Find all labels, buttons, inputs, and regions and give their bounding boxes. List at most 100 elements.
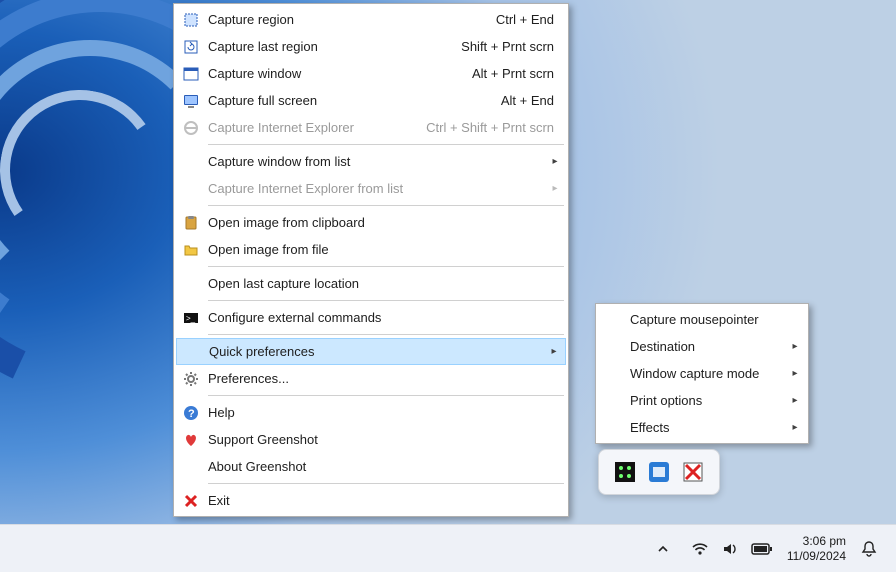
menu-separator bbox=[208, 334, 564, 335]
help-icon: ? bbox=[178, 403, 204, 423]
submenu-arrow-icon: ▸ bbox=[547, 346, 561, 357]
menu-separator bbox=[208, 483, 564, 484]
menu-open-file[interactable]: Open image from file bbox=[176, 236, 566, 263]
menu-capture-window-from-list[interactable]: Capture window from list ▸ bbox=[176, 148, 566, 175]
submenu-arrow-icon: ▸ bbox=[788, 341, 802, 352]
tray-icon-app3[interactable] bbox=[683, 462, 703, 482]
menu-label: Preferences... bbox=[204, 371, 562, 386]
blank-icon bbox=[178, 179, 204, 199]
battery-icon[interactable] bbox=[751, 542, 773, 556]
folder-icon bbox=[178, 240, 204, 260]
menu-label: Capture region bbox=[204, 12, 496, 27]
menu-preferences[interactable]: Preferences... bbox=[176, 365, 566, 392]
menu-label: About Greenshot bbox=[204, 459, 562, 474]
menu-separator bbox=[208, 395, 564, 396]
menu-support[interactable]: Support Greenshot bbox=[176, 426, 566, 453]
svg-text:>_: >_ bbox=[186, 314, 196, 323]
blank-icon bbox=[600, 391, 626, 411]
quick-preferences-submenu: Capture mousepointer Destination ▸ Windo… bbox=[595, 303, 809, 444]
menu-label: Open image from clipboard bbox=[204, 215, 562, 230]
menu-shortcut: Ctrl + Shift + Prnt scrn bbox=[426, 120, 562, 135]
blank-icon bbox=[600, 418, 626, 438]
menu-configure-external[interactable]: >_ Configure external commands bbox=[176, 304, 566, 331]
menu-capture-ie-from-list: Capture Internet Explorer from list ▸ bbox=[176, 175, 566, 202]
blank-icon bbox=[178, 152, 204, 172]
menu-capture-window[interactable]: Capture window Alt + Prnt scrn bbox=[176, 60, 566, 87]
region-icon bbox=[178, 10, 204, 30]
menu-capture-region[interactable]: Capture region Ctrl + End bbox=[176, 6, 566, 33]
menu-label: Quick preferences bbox=[205, 344, 547, 359]
submenu-capture-mousepointer[interactable]: Capture mousepointer bbox=[598, 306, 806, 333]
menu-label: Open image from file bbox=[204, 242, 562, 257]
ie-icon bbox=[178, 118, 204, 138]
blank-icon bbox=[600, 337, 626, 357]
menu-label: Destination bbox=[626, 339, 788, 354]
menu-help[interactable]: ? Help bbox=[176, 399, 566, 426]
menu-label: Exit bbox=[204, 493, 562, 508]
heart-icon bbox=[178, 430, 204, 450]
notifications-icon[interactable] bbox=[860, 540, 878, 558]
menu-exit[interactable]: Exit bbox=[176, 487, 566, 514]
submenu-print-options[interactable]: Print options ▸ bbox=[598, 387, 806, 414]
menu-shortcut: Shift + Prnt scrn bbox=[461, 39, 562, 54]
menu-label: Capture mousepointer bbox=[626, 312, 802, 327]
menu-separator bbox=[208, 205, 564, 206]
menu-label: Capture window from list bbox=[204, 154, 548, 169]
greenshot-tray-menu: Capture region Ctrl + End Capture last r… bbox=[173, 3, 569, 517]
menu-capture-ie: Capture Internet Explorer Ctrl + Shift +… bbox=[176, 114, 566, 141]
blank-icon bbox=[179, 342, 205, 362]
blank-icon bbox=[600, 364, 626, 384]
menu-label: Help bbox=[204, 405, 562, 420]
tray-icon-greenshot[interactable] bbox=[615, 462, 635, 482]
taskbar: 3:06 pm 11/09/2024 bbox=[0, 524, 896, 572]
menu-open-clipboard[interactable]: Open image from clipboard bbox=[176, 209, 566, 236]
menu-label: Print options bbox=[626, 393, 788, 408]
submenu-arrow-icon: ▸ bbox=[548, 183, 562, 194]
menu-label: Support Greenshot bbox=[204, 432, 562, 447]
clock-date: 11/09/2024 bbox=[787, 549, 846, 564]
clipboard-icon bbox=[178, 213, 204, 233]
submenu-window-capture-mode[interactable]: Window capture mode ▸ bbox=[598, 360, 806, 387]
menu-capture-full-screen[interactable]: Capture full screen Alt + End bbox=[176, 87, 566, 114]
wifi-icon[interactable] bbox=[691, 540, 709, 558]
clock-time: 3:06 pm bbox=[787, 534, 846, 549]
menu-capture-last-region[interactable]: Capture last region Shift + Prnt scrn bbox=[176, 33, 566, 60]
menu-label: Window capture mode bbox=[626, 366, 788, 381]
menu-label: Capture last region bbox=[204, 39, 461, 54]
tray-overflow-popup bbox=[598, 449, 720, 495]
submenu-arrow-icon: ▸ bbox=[788, 395, 802, 406]
menu-label: Open last capture location bbox=[204, 276, 562, 291]
menu-label: Configure external commands bbox=[204, 310, 562, 325]
menu-label: Capture window bbox=[204, 66, 472, 81]
menu-label: Effects bbox=[626, 420, 788, 435]
svg-text:?: ? bbox=[188, 408, 195, 420]
menu-shortcut: Alt + End bbox=[501, 93, 562, 108]
menu-separator bbox=[208, 300, 564, 301]
submenu-destination[interactable]: Destination ▸ bbox=[598, 333, 806, 360]
close-icon bbox=[178, 491, 204, 511]
menu-separator bbox=[208, 144, 564, 145]
menu-open-last-location[interactable]: Open last capture location bbox=[176, 270, 566, 297]
monitor-icon bbox=[178, 91, 204, 111]
menu-quick-preferences[interactable]: Quick preferences ▸ bbox=[176, 338, 566, 365]
volume-icon[interactable] bbox=[721, 540, 739, 558]
submenu-effects[interactable]: Effects ▸ bbox=[598, 414, 806, 441]
menu-label: Capture Internet Explorer bbox=[204, 120, 426, 135]
submenu-arrow-icon: ▸ bbox=[788, 422, 802, 433]
menu-shortcut: Alt + Prnt scrn bbox=[472, 66, 562, 81]
window-icon bbox=[178, 64, 204, 84]
taskbar-clock[interactable]: 3:06 pm 11/09/2024 bbox=[787, 534, 846, 564]
blank-icon bbox=[178, 274, 204, 294]
tray-overflow-button[interactable] bbox=[649, 535, 677, 563]
tray-icon-app2[interactable] bbox=[649, 462, 669, 482]
menu-label: Capture full screen bbox=[204, 93, 501, 108]
terminal-icon: >_ bbox=[178, 308, 204, 328]
recapture-icon bbox=[178, 37, 204, 57]
system-tray bbox=[691, 540, 773, 558]
gear-icon bbox=[178, 369, 204, 389]
menu-shortcut: Ctrl + End bbox=[496, 12, 562, 27]
blank-icon bbox=[178, 457, 204, 477]
menu-label: Capture Internet Explorer from list bbox=[204, 181, 548, 196]
submenu-arrow-icon: ▸ bbox=[788, 368, 802, 379]
menu-about[interactable]: About Greenshot bbox=[176, 453, 566, 480]
